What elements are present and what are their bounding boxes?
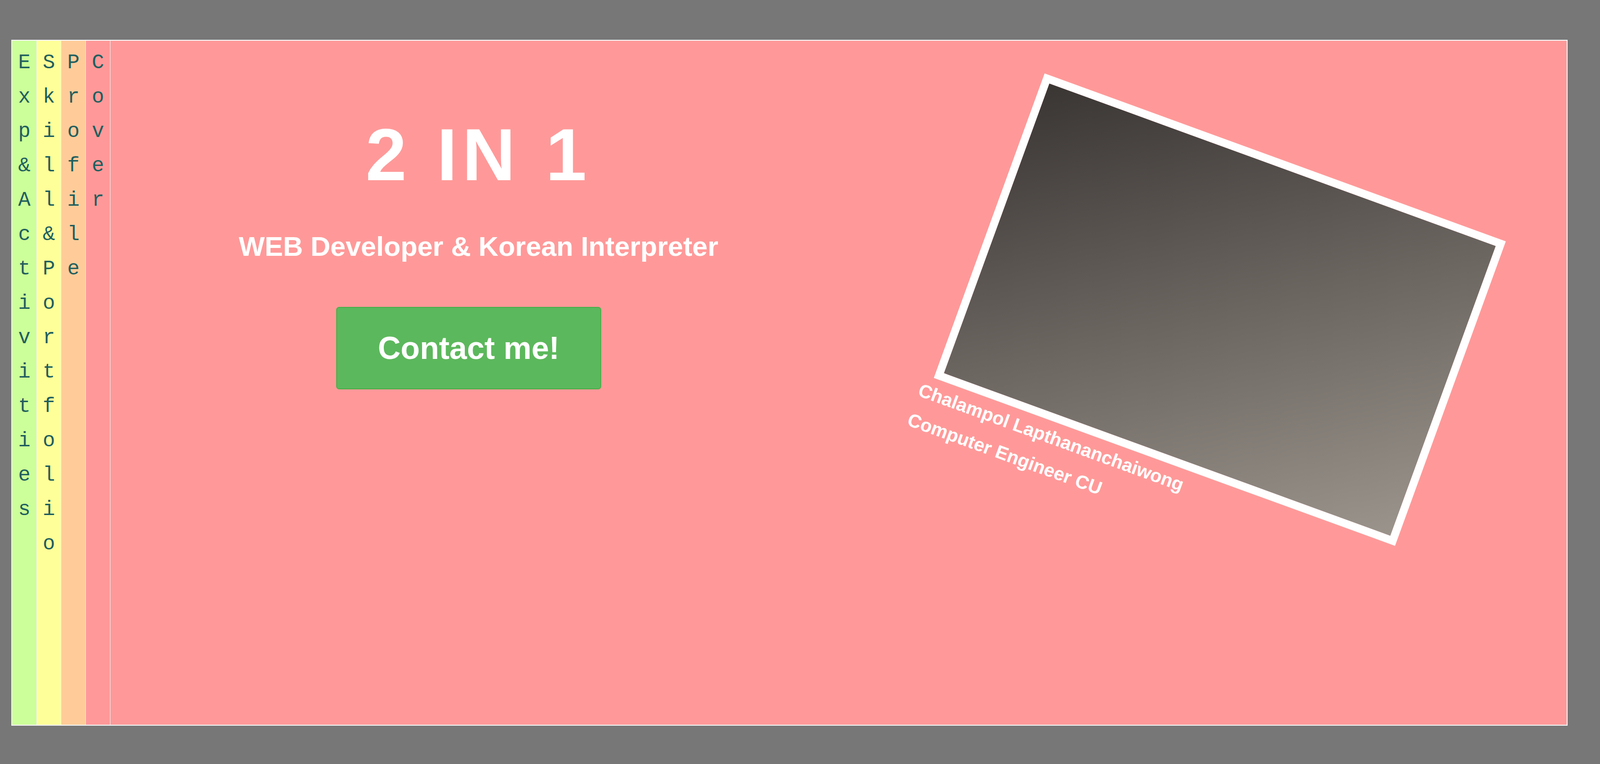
contact-button[interactable]: Contact me! [336,306,602,390]
side-tab[interactable]: Skill&Portfolio [36,40,62,725]
book-frame: Exp&ActivitiesSkill&PortfolioProfileCove… [11,39,1568,726]
profile-photo [933,73,1506,546]
side-tab[interactable]: Exp&Activities [12,40,37,725]
photo-area: Chalampol LapthananchaiwongComputer Engi… [846,40,1567,725]
photo-card: Chalampol LapthananchaiwongComputer Engi… [913,73,1506,601]
side-tab[interactable]: Cover [85,40,111,725]
page: Exp&ActivitiesSkill&PortfolioProfileCove… [0,0,1600,764]
side-tab[interactable]: Profile [61,40,86,725]
subtitle: WEB Developer & Korean Interpreter [238,229,719,263]
cover-page: 2 IN 1 WEB Developer & Korean Interpreter… [110,40,1567,725]
title: 2 IN 1 [365,114,592,196]
intro-column: 2 IN 1 WEB Developer & Korean Interpreter… [110,40,847,725]
